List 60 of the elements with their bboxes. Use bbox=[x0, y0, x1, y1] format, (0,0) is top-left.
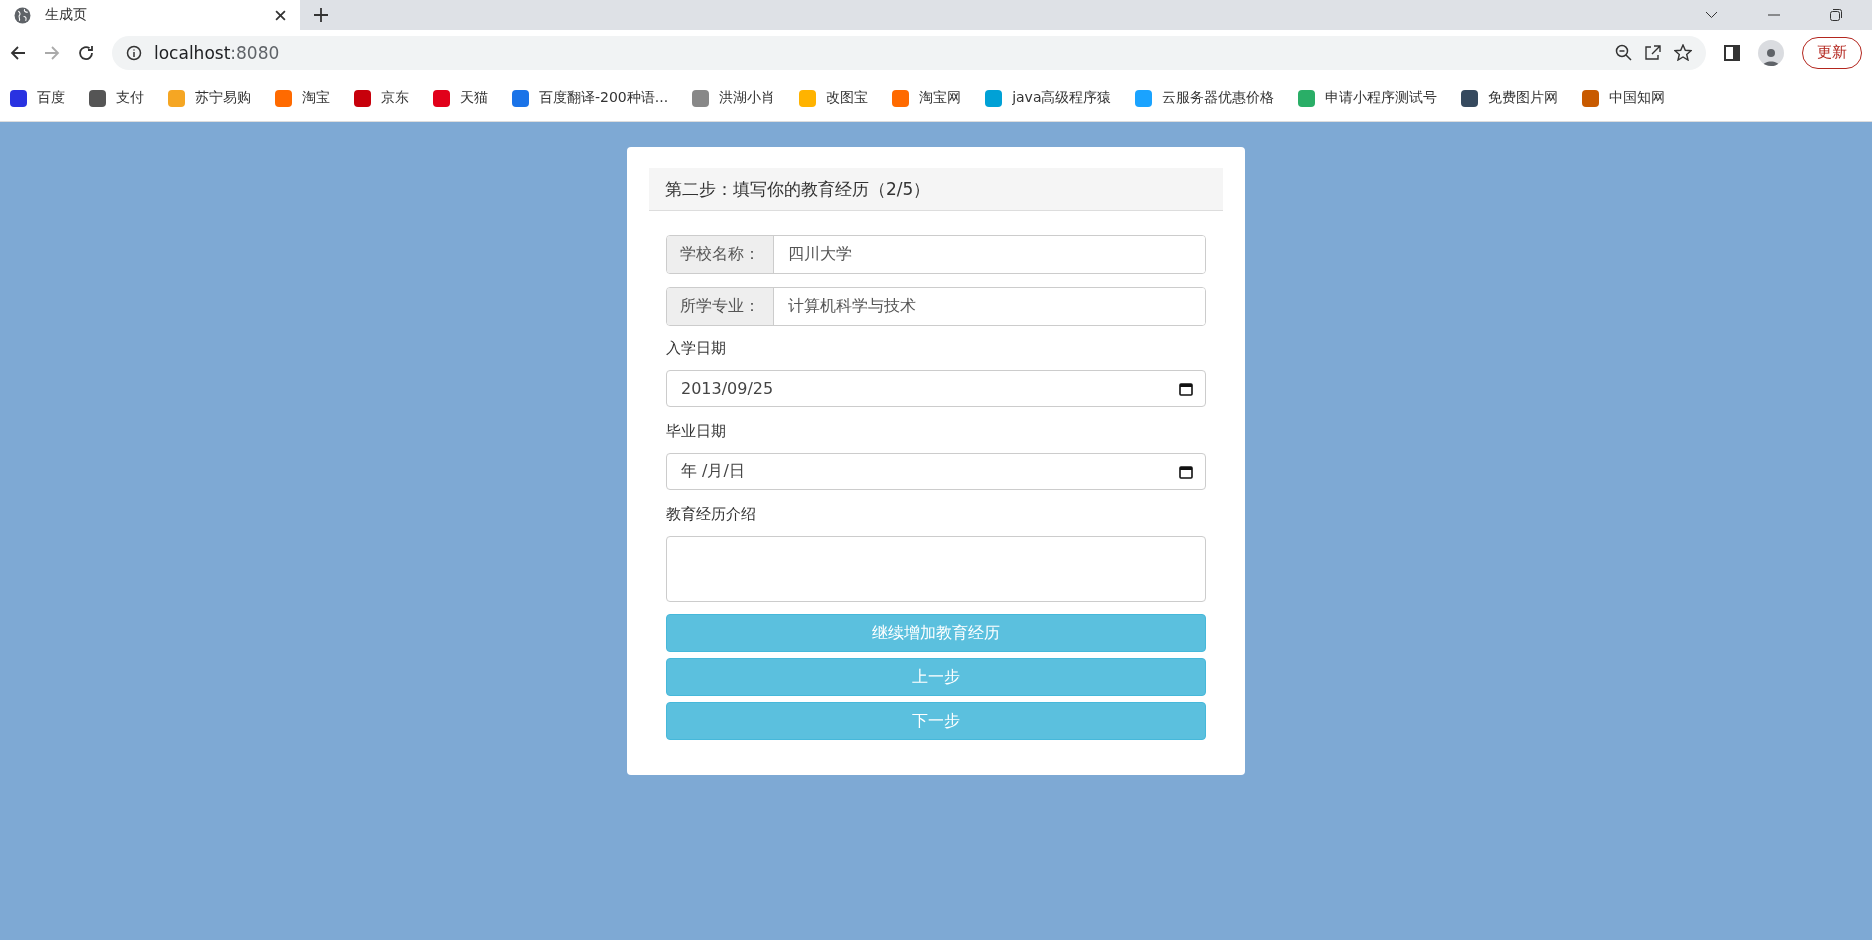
reload-icon[interactable] bbox=[78, 44, 94, 61]
back-icon[interactable] bbox=[10, 44, 26, 61]
bookmark-icon bbox=[1461, 89, 1479, 107]
update-button[interactable]: 更新 bbox=[1802, 36, 1862, 69]
browser-tab[interactable]: 生成页 bbox=[0, 0, 300, 30]
plus-icon[interactable] bbox=[314, 8, 328, 22]
calendar-icon[interactable] bbox=[1179, 381, 1193, 396]
bookmark[interactable]: 百度 bbox=[10, 89, 65, 107]
bookmark-icon bbox=[433, 89, 450, 107]
chevron-down-icon[interactable] bbox=[1705, 11, 1718, 19]
bookmark[interactable]: 改图宝 bbox=[799, 89, 869, 107]
bookmark[interactable]: 中国知网 bbox=[1582, 89, 1666, 107]
form-title: 第二步：填写你的教育经历（2/5） bbox=[649, 168, 1223, 211]
bookmark-icon bbox=[89, 89, 106, 107]
bookmark[interactable]: java高级程序猿 bbox=[985, 89, 1112, 107]
bookmark-icon bbox=[1298, 89, 1316, 107]
field-label: 教育经历介绍 bbox=[666, 505, 757, 524]
bookmark[interactable]: 免费图片网 bbox=[1461, 89, 1559, 107]
bookmark[interactable]: 云服务器优惠价格 bbox=[1135, 89, 1275, 107]
bookmark-icon bbox=[275, 89, 292, 107]
field-label: 毕业日期 bbox=[666, 422, 727, 441]
bookmark[interactable]: 支付 bbox=[89, 89, 144, 107]
bookmark[interactable]: 天猫 bbox=[433, 89, 488, 107]
close-icon[interactable] bbox=[275, 9, 286, 21]
tab-title: 生成页 bbox=[45, 6, 88, 24]
bookmark-icon bbox=[1582, 89, 1600, 107]
bookmark-icon bbox=[512, 89, 529, 107]
field-label: 入学日期 bbox=[666, 339, 727, 358]
bookmark-icon bbox=[692, 89, 710, 107]
bookmark-icon bbox=[10, 89, 27, 107]
bookmark-icon bbox=[892, 89, 910, 107]
address-bar[interactable]: localhost:8080 bbox=[112, 35, 1706, 70]
url-text: localhost:8080 bbox=[154, 42, 281, 63]
field-label: 学校名称： bbox=[667, 236, 774, 273]
bookmark-icon bbox=[1135, 89, 1153, 107]
bookmark-icon bbox=[799, 89, 817, 107]
date-field[interactable]: 2013/09/25 bbox=[666, 370, 1206, 407]
bookmark[interactable]: 洪湖小肖 bbox=[692, 89, 776, 107]
side-panel-icon[interactable] bbox=[1724, 44, 1740, 61]
star-icon[interactable] bbox=[1674, 44, 1692, 61]
bookmark[interactable]: 京东 bbox=[354, 89, 409, 107]
zoom-out-icon[interactable] bbox=[1615, 44, 1632, 61]
bookmark-icon bbox=[168, 89, 185, 107]
field-label: 所学专业： bbox=[667, 288, 774, 325]
text-field[interactable]: 学校名称： 四川大学 bbox=[666, 235, 1206, 274]
profile-icon[interactable] bbox=[1758, 39, 1784, 66]
bookmark[interactable]: 申请小程序测试号 bbox=[1298, 89, 1438, 107]
bookmark[interactable]: 百度翻译-200种语... bbox=[512, 89, 669, 107]
bookmark[interactable]: 淘宝网 bbox=[892, 89, 962, 107]
bookmark-icon bbox=[985, 89, 1003, 107]
text-field[interactable]: 所学专业： 计算机科学与技术 bbox=[666, 287, 1206, 326]
bookmark[interactable]: 苏宁易购 bbox=[168, 89, 251, 107]
share-icon[interactable] bbox=[1644, 44, 1662, 61]
calendar-icon[interactable] bbox=[1179, 464, 1193, 479]
globe-icon bbox=[14, 6, 31, 24]
info-icon[interactable] bbox=[126, 44, 142, 61]
bookmark[interactable]: 淘宝 bbox=[275, 89, 330, 107]
bookmark-icon bbox=[354, 89, 371, 107]
date-field[interactable]: 年 /月/日 bbox=[666, 453, 1206, 490]
restore-icon[interactable] bbox=[1830, 9, 1842, 21]
